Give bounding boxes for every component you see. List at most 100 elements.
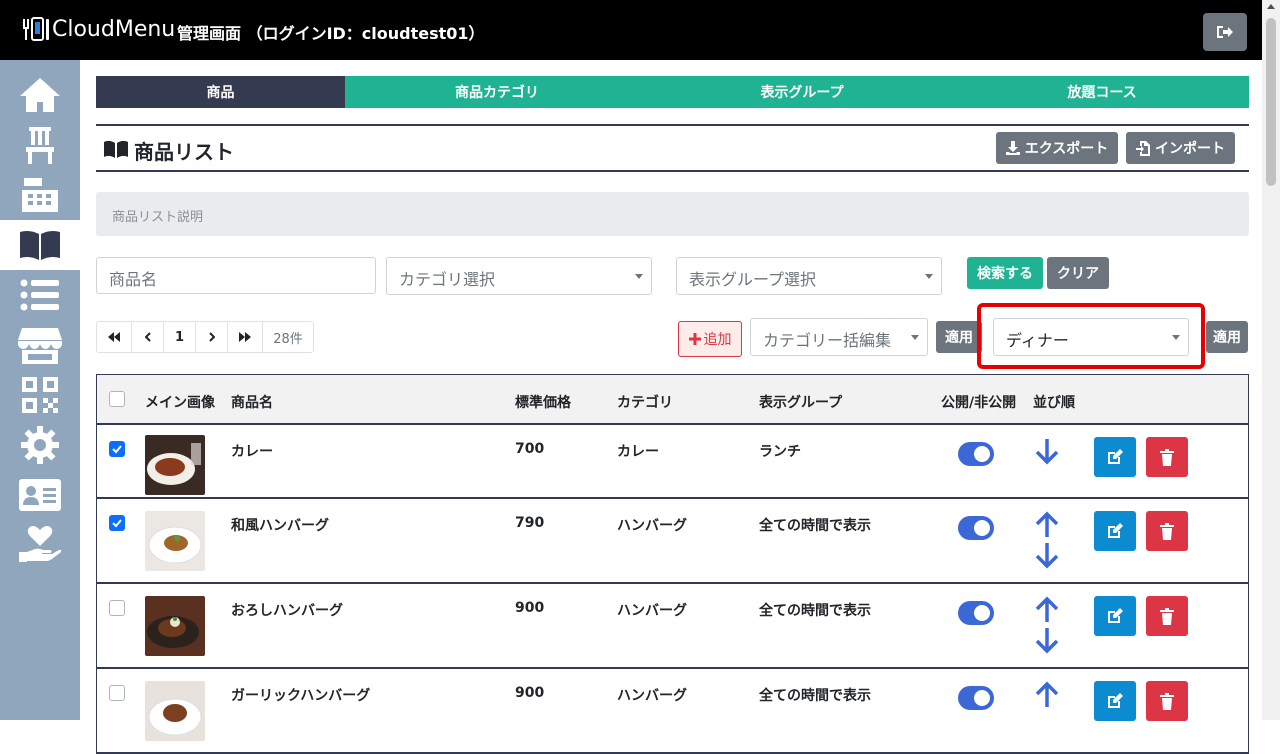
page-title: 商品リスト (134, 140, 234, 164)
product-price: 700 (515, 441, 545, 457)
header-image: メイン画像 (145, 395, 215, 411)
table-header: メイン画像 商品名 標準価格 カテゴリ 表示グループ 公開/非公開 並び順 (97, 375, 1248, 425)
product-image[interactable] (145, 681, 205, 741)
page-scrollbar[interactable] (1262, 0, 1280, 720)
book-icon (104, 140, 128, 158)
product-table: メイン画像 商品名 標準価格 カテゴリ 表示グループ 公開/非公開 並び順 カレ… (96, 374, 1249, 754)
publish-toggle[interactable] (958, 686, 994, 710)
prev-page-button[interactable] (132, 322, 164, 352)
register-icon (22, 178, 58, 212)
header-category[interactable]: カテゴリ (617, 392, 673, 412)
product-image[interactable] (145, 596, 205, 656)
pagination: 1 28件 (96, 321, 314, 353)
table-row: おろしハンバーグ 900 ハンバーグ 全ての時間で表示 (97, 584, 1248, 669)
tab-display-groups[interactable]: 表示グループ (649, 76, 955, 108)
book-open-icon (20, 230, 60, 260)
sidebar-item-qrcode[interactable] (0, 370, 80, 420)
arrow-up-icon[interactable] (1034, 511, 1060, 539)
add-label: 追加 (703, 332, 732, 348)
clear-button[interactable]: クリア (1047, 257, 1109, 289)
select-all-checkbox[interactable] (109, 391, 125, 407)
delete-button[interactable] (1146, 681, 1188, 721)
product-name-input[interactable]: 商品名 (96, 257, 376, 294)
category-bulk-edit-label: カテゴリー括編集 (763, 331, 892, 350)
category-bulk-edit-select[interactable]: カテゴリー括編集 (750, 318, 928, 356)
admin-label: 管理画面 （ログインID：cloudtest01） (177, 24, 485, 43)
sidebar-item-home[interactable] (0, 70, 80, 120)
sidebar-item-list[interactable] (0, 270, 80, 320)
publish-toggle[interactable] (958, 442, 994, 466)
product-price: 900 (515, 600, 545, 616)
edit-icon (1108, 523, 1123, 538)
export-button[interactable]: エクスポート (996, 132, 1118, 164)
last-page-button[interactable] (228, 322, 263, 352)
product-name: カレー (231, 444, 273, 460)
product-category: ハンバーグ (617, 518, 687, 534)
tab-product-categories[interactable]: 商品カテゴリ (345, 76, 649, 108)
sidebar-item-staff[interactable] (0, 470, 80, 520)
sign-out-icon (1217, 26, 1233, 38)
tab-bar: 商品 商品カテゴリ 表示グループ 放題コース (96, 76, 1249, 108)
scroll-thumb[interactable] (1266, 18, 1276, 186)
logout-button[interactable] (1203, 13, 1247, 51)
edit-button[interactable] (1094, 596, 1136, 636)
product-group: 全ての時間で表示 (759, 603, 871, 619)
header-price[interactable]: 標準価格 (515, 392, 571, 412)
sidebar-item-favorites[interactable] (0, 520, 80, 570)
header-group[interactable]: 表示グループ (759, 392, 842, 412)
arrow-up-icon[interactable] (1034, 596, 1060, 624)
sidebar-item-store[interactable] (0, 320, 80, 370)
arrow-down-icon[interactable] (1034, 541, 1060, 569)
logo[interactable]: CloudMenu (22, 16, 175, 42)
double-chevron-right-icon (239, 332, 251, 342)
sidebar-item-seats[interactable] (0, 120, 80, 170)
product-group: ランチ (759, 444, 801, 460)
edit-button[interactable] (1094, 437, 1136, 477)
delete-button[interactable] (1146, 511, 1188, 551)
edit-icon (1108, 449, 1123, 464)
apply-category-button[interactable]: 適用 (936, 321, 982, 353)
row-checkbox[interactable] (109, 685, 125, 701)
search-button[interactable]: 検索する (967, 257, 1043, 289)
product-category: ハンバーグ (617, 603, 687, 619)
sidebar-item-settings[interactable] (0, 420, 80, 470)
tab-all-you-can-courses[interactable]: 放題コース (955, 76, 1249, 108)
edit-button[interactable] (1094, 681, 1136, 721)
product-category: カレー (617, 444, 659, 460)
apply-group-button[interactable]: 適用 (1206, 321, 1248, 353)
add-button[interactable]: 追加 (678, 321, 742, 357)
product-image[interactable] (145, 511, 205, 571)
arrow-down-icon[interactable] (1034, 437, 1060, 465)
first-page-button[interactable] (97, 322, 132, 352)
publish-toggle[interactable] (958, 516, 994, 540)
arrow-up-icon[interactable] (1034, 681, 1060, 709)
product-group: 全ての時間で表示 (759, 688, 871, 704)
trash-icon (1160, 449, 1174, 466)
sidebar-item-menu[interactable] (0, 220, 80, 270)
header-publish[interactable]: 公開/非公開 (941, 392, 1016, 412)
trash-icon (1160, 693, 1174, 710)
edit-button[interactable] (1094, 511, 1136, 551)
display-group-select[interactable]: 表示グループ選択 (676, 257, 942, 295)
sidebar-item-register[interactable] (0, 170, 80, 220)
chevron-down-icon (635, 274, 643, 279)
category-select[interactable]: カテゴリ選択 (386, 257, 652, 295)
header-order[interactable]: 並び順 (1033, 392, 1075, 412)
row-checkbox[interactable] (109, 600, 125, 616)
tab-products[interactable]: 商品 (96, 76, 345, 108)
gear-icon (21, 426, 59, 464)
double-chevron-left-icon (108, 332, 120, 342)
delete-button[interactable] (1146, 437, 1188, 477)
scroll-up-arrow-icon[interactable] (1267, 4, 1275, 9)
arrow-down-icon[interactable] (1034, 626, 1060, 654)
row-checkbox[interactable] (109, 441, 125, 457)
row-checkbox[interactable] (109, 515, 125, 531)
current-page[interactable]: 1 (164, 322, 196, 352)
qrcode-icon (22, 377, 58, 413)
product-image[interactable] (145, 435, 205, 495)
header-name[interactable]: 商品名 (231, 392, 273, 412)
delete-button[interactable] (1146, 596, 1188, 636)
import-button[interactable]: インポート (1126, 132, 1235, 164)
next-page-button[interactable] (196, 322, 228, 352)
publish-toggle[interactable] (958, 601, 994, 625)
